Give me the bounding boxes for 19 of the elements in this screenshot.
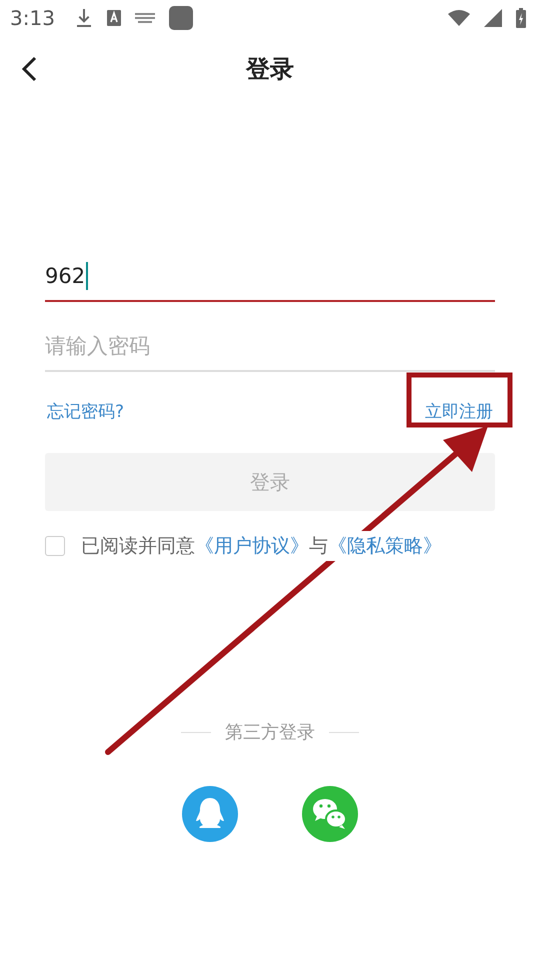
third-party-login-label: 第三方登录 [225, 721, 315, 744]
chat-bubbles-icon[interactable] [302, 786, 358, 842]
phone-field[interactable]: 962 [45, 252, 495, 302]
status-time: 3:13 [10, 6, 55, 30]
keyboard-icon [134, 13, 155, 23]
battery-icon [516, 8, 526, 28]
wifi-icon [448, 10, 470, 26]
app-icon [168, 6, 193, 30]
penguin-icon[interactable] [182, 786, 238, 842]
page-title: 登录 [246, 54, 294, 85]
download-icon [74, 8, 93, 28]
signal-icon [484, 9, 502, 27]
forgot-password-link[interactable]: 忘记密码? [45, 392, 126, 431]
privacy-policy-link[interactable]: 《隐私策略》 [328, 535, 442, 557]
agreement-checkbox[interactable] [45, 536, 65, 556]
font-icon [106, 10, 121, 26]
user-agreement-link[interactable]: 《用户协议》 [195, 535, 309, 557]
password-field[interactable]: 请输入密码 [45, 322, 495, 372]
register-link[interactable]: 立即注册 [423, 392, 495, 431]
